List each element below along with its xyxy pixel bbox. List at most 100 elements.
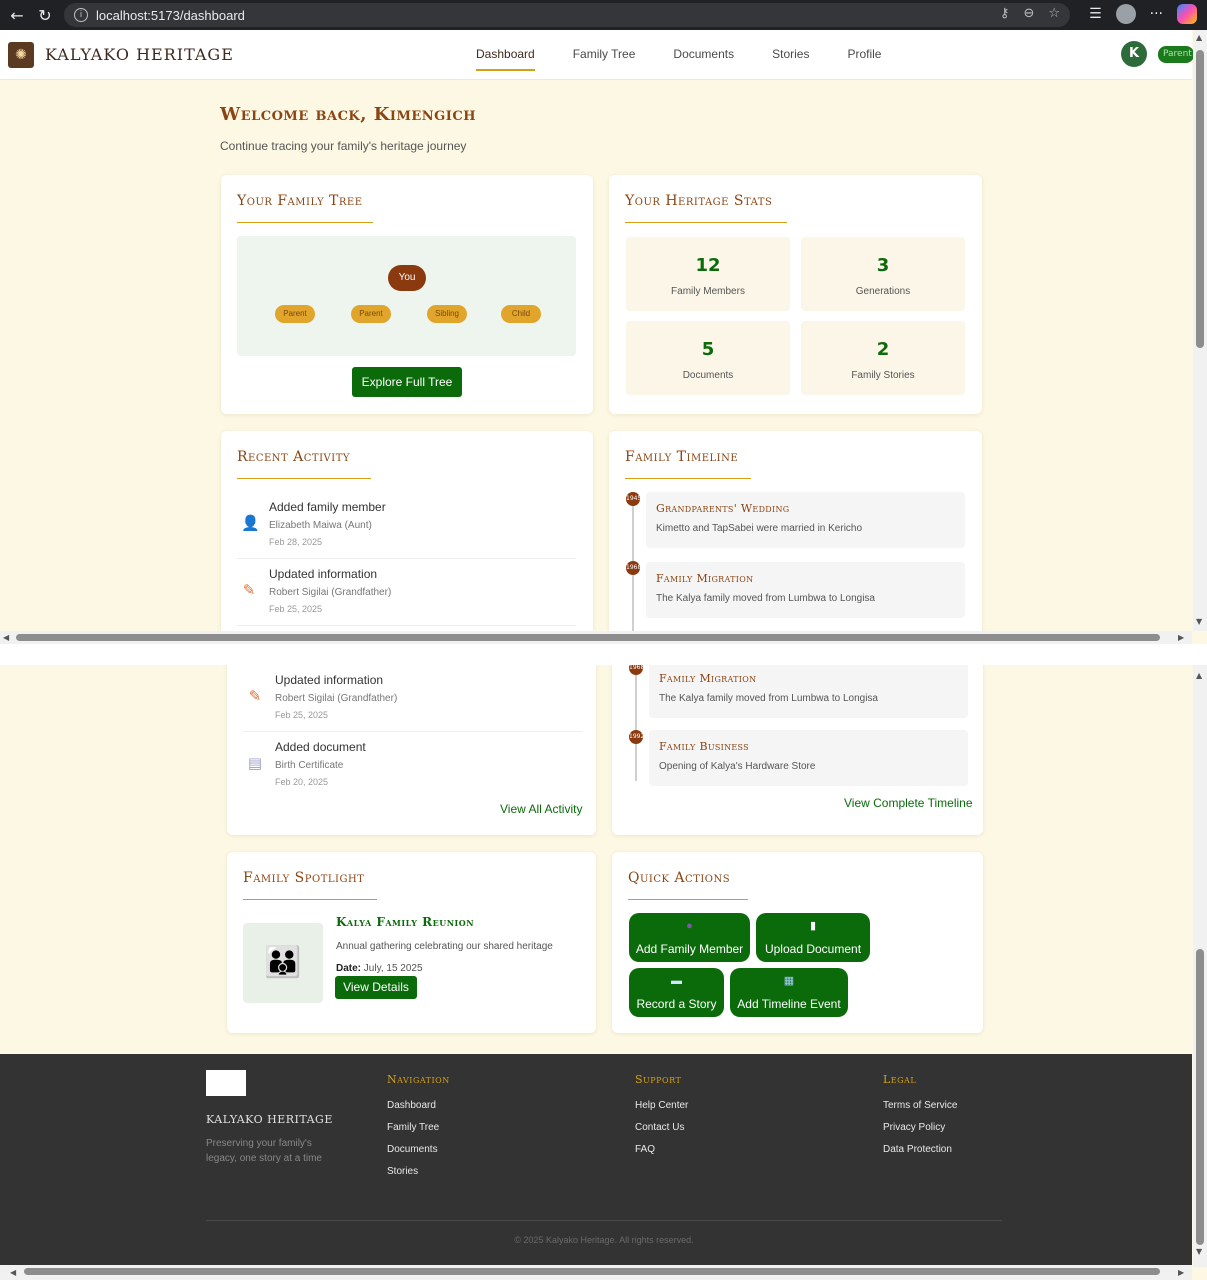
timeline-event[interactable]: Grandparents' Wedding Kimetto and TapSab…: [646, 492, 965, 548]
zoom-icon[interactable]: ⊖: [1023, 6, 1034, 21]
family-spotlight-card: Family Spotlight 👪 Kalya Family Reunion …: [227, 852, 596, 1033]
event-title: Family Business: [659, 740, 749, 753]
scrollbar-thumb[interactable]: [1196, 949, 1204, 1245]
tree-node-sibling[interactable]: Sibling: [427, 305, 467, 323]
horizontal-scrollbar[interactable]: ◀ ▶: [0, 1265, 1192, 1280]
site-info-icon[interactable]: i: [74, 8, 88, 22]
activity-item[interactable]: ✎ Updated information Robert Sigilai (Gr…: [237, 559, 576, 626]
tree-node-parent[interactable]: Parent: [275, 305, 315, 323]
scroll-down-icon[interactable]: ▼: [1196, 617, 1202, 626]
activity-date: Feb 25, 2025: [275, 710, 329, 720]
activity-title: Added document: [275, 740, 366, 754]
footer-link-privacy[interactable]: Privacy Policy: [883, 1122, 957, 1144]
tree-node-child[interactable]: Child: [501, 305, 541, 323]
footer-link-stories[interactable]: Stories: [387, 1166, 450, 1188]
title-underline: [237, 478, 371, 479]
brand-logo-icon[interactable]: ✺: [8, 42, 34, 68]
activity-detail: Elizabeth Maiwa (Aunt): [269, 520, 372, 531]
activity-item[interactable]: ▤ Added document Birth Certificate Feb 2…: [243, 732, 582, 799]
address-bar[interactable]: i localhost:5173/dashboard ⚷ ⊖ ☆: [64, 3, 1070, 27]
scroll-right-icon[interactable]: ▶: [1178, 633, 1184, 642]
back-icon[interactable]: ←: [6, 6, 28, 25]
key-icon[interactable]: ⚷: [1000, 6, 1010, 21]
footer-link-dashboard[interactable]: Dashboard: [387, 1100, 450, 1122]
brand-name[interactable]: KALYAKO HERITAGE: [45, 45, 234, 64]
record-story-button[interactable]: ▬ Record a Story: [629, 968, 724, 1017]
browser-profile-icon[interactable]: [1115, 4, 1136, 24]
user-avatar[interactable]: K: [1121, 41, 1147, 67]
activity-date: Feb 20, 2025: [275, 777, 329, 787]
scrollbar-thumb[interactable]: [16, 634, 1160, 641]
activity-item[interactable]: 👤 Added family member Elizabeth Maiwa (A…: [237, 492, 576, 559]
star-icon[interactable]: ☆: [1048, 6, 1060, 21]
activity-detail: Birth Certificate: [275, 760, 344, 771]
nav-dashboard[interactable]: Dashboard: [476, 47, 535, 71]
footer-heading: Support: [635, 1073, 682, 1086]
role-badge: Parent: [1158, 46, 1194, 63]
card-title: Quick Actions: [628, 870, 731, 886]
horizontal-scrollbar[interactable]: ◀ ▶: [0, 631, 1192, 644]
nav-family-tree[interactable]: Family Tree: [573, 47, 636, 71]
browser-toolbar: ← ↻ i localhost:5173/dashboard ⚷ ⊖ ☆ ☰ ·…: [0, 0, 1207, 30]
event-description: The Kalya family moved from Lumbwa to Lo…: [656, 593, 875, 604]
activity-title: Added family member: [269, 500, 386, 514]
quick-actions-card: Quick Actions ● Add Family Member ▮ Uplo…: [612, 852, 983, 1033]
footer-link-contact[interactable]: Contact Us: [635, 1122, 688, 1144]
more-icon[interactable]: ···: [1150, 6, 1163, 22]
copilot-icon[interactable]: [1177, 4, 1197, 24]
scroll-left-icon[interactable]: ◀: [10, 1268, 16, 1277]
button-label: Record a Story: [636, 997, 717, 1011]
view-all-activity-link[interactable]: View All Activity: [500, 802, 582, 816]
favorites-icon[interactable]: ☰: [1089, 6, 1102, 22]
vertical-scrollbar[interactable]: ▲ ▼: [1193, 665, 1207, 1267]
button-label: Upload Document: [764, 942, 862, 956]
nav-stories[interactable]: Stories: [772, 47, 809, 71]
footer-link-family-tree[interactable]: Family Tree: [387, 1122, 450, 1144]
view-details-button[interactable]: View Details: [335, 976, 417, 999]
add-family-member-button[interactable]: ● Add Family Member: [629, 913, 750, 962]
tree-node-parent[interactable]: Parent: [351, 305, 391, 323]
timeline-event[interactable]: Family Migration The Kalya family moved …: [646, 562, 965, 618]
explore-tree-button[interactable]: Explore Full Tree: [352, 367, 462, 397]
scroll-up-icon[interactable]: ▲: [1196, 671, 1202, 680]
tree-preview[interactable]: You Parent Parent Sibling Child: [237, 236, 576, 356]
screenshot-separator: [0, 644, 1207, 665]
document-icon: ▮: [809, 920, 817, 932]
tree-node-you[interactable]: You: [388, 265, 426, 291]
heritage-stats-card: Your Heritage Stats 12 Family Members 3 …: [609, 175, 982, 414]
book-icon: ▬: [671, 975, 682, 987]
timeline-event[interactable]: Family Business Opening of Kalya's Hardw…: [649, 730, 968, 786]
spotlight-description: Annual gathering celebrating our shared …: [336, 941, 553, 952]
activity-item[interactable]: ✎ Updated information Robert Sigilai (Gr…: [243, 665, 582, 732]
person-icon: ●: [686, 920, 693, 932]
family-tree-card: Your Family Tree You Parent Parent Sibli…: [221, 175, 593, 414]
scrollbar-thumb[interactable]: [24, 1268, 1160, 1275]
vertical-scrollbar[interactable]: ▲ ▼: [1193, 30, 1207, 631]
scrollbar-thumb[interactable]: [1196, 50, 1204, 348]
scroll-up-icon[interactable]: ▲: [1196, 33, 1202, 42]
nav-profile[interactable]: Profile: [847, 47, 881, 71]
title-underline: [625, 478, 751, 479]
footer-link-data-protection[interactable]: Data Protection: [883, 1144, 957, 1166]
footer-link-documents[interactable]: Documents: [387, 1144, 450, 1166]
scroll-right-icon[interactable]: ▶: [1178, 1268, 1184, 1277]
footer-link-help-center[interactable]: Help Center: [635, 1100, 688, 1122]
card-title: Family Spotlight: [243, 870, 365, 886]
app-header: ✺ KALYAKO HERITAGE Dashboard Family Tree…: [0, 30, 1194, 80]
site-footer: KALYAKO HERITAGE Preserving your family'…: [0, 1054, 1192, 1267]
button-label: Add Timeline Event: [737, 997, 841, 1011]
family-timeline-card: 1968 Family Migration The Kalya family m…: [612, 665, 983, 835]
view-timeline-link[interactable]: View Complete Timeline: [844, 796, 973, 810]
timeline-event[interactable]: Family Migration The Kalya family moved …: [649, 665, 968, 718]
add-timeline-event-button[interactable]: ▦ Add Timeline Event: [730, 968, 848, 1017]
title-underline: [243, 899, 377, 900]
footer-link-terms[interactable]: Terms of Service: [883, 1100, 957, 1122]
activity-title: Updated information: [275, 673, 384, 687]
nav-documents[interactable]: Documents: [673, 47, 734, 71]
footer-link-faq[interactable]: FAQ: [635, 1144, 688, 1166]
scroll-left-icon[interactable]: ◀: [3, 633, 9, 642]
scroll-down-icon[interactable]: ▼: [1196, 1247, 1202, 1256]
reload-icon[interactable]: ↻: [34, 6, 56, 25]
upload-document-button[interactable]: ▮ Upload Document: [756, 913, 870, 962]
activity-detail: Robert Sigilai (Grandfather): [275, 693, 398, 704]
